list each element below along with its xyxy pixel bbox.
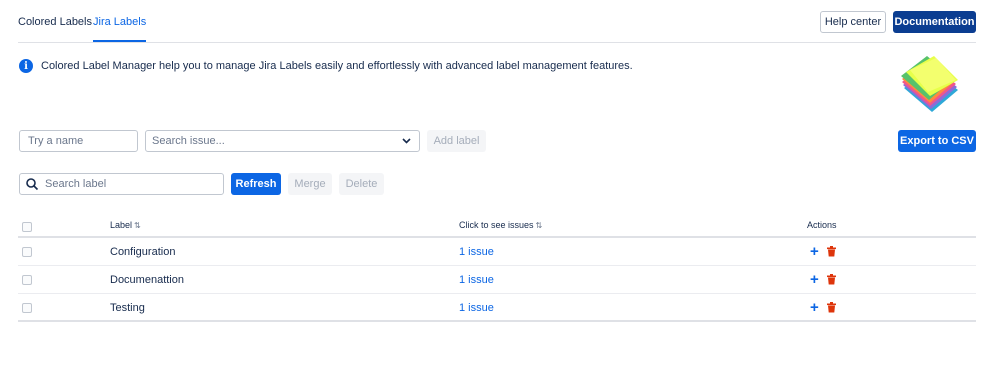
row-checkbox[interactable] <box>22 303 32 313</box>
label-name: Configuration <box>110 246 176 258</box>
search-label-input[interactable] <box>43 177 223 191</box>
export-csv-button[interactable]: Export to CSV <box>898 130 976 152</box>
delete-button[interactable]: Delete <box>339 173 384 195</box>
labels-table: Label ⇅ Click to see issues ⇅ Actions Conf… <box>18 214 976 322</box>
issue-select[interactable]: Search issue... <box>145 130 420 152</box>
table-header: Label ⇅ Click to see issues ⇅ Actions <box>18 214 976 238</box>
chevron-down-icon <box>402 138 411 144</box>
help-center-button[interactable]: Help center <box>820 11 886 33</box>
tab-colored-labels[interactable]: Colored Labels <box>18 16 92 28</box>
column-header-issues[interactable]: Click to see issues ⇅ <box>459 220 542 230</box>
sort-icon: ⇅ <box>535 221 543 230</box>
add-icon[interactable]: + <box>810 300 819 315</box>
table-row: Testing 1 issue + <box>18 294 976 322</box>
column-header-actions: Actions <box>807 220 837 230</box>
tab-jira-labels[interactable]: Jira Labels <box>93 16 147 42</box>
row-checkbox[interactable] <box>22 275 32 285</box>
label-name-field[interactable] <box>19 130 138 152</box>
search-label-field[interactable] <box>19 173 224 195</box>
select-all-checkbox[interactable] <box>22 222 32 232</box>
table-row: Configuration 1 issue + <box>18 238 976 266</box>
table-row: Documenattion 1 issue + <box>18 266 976 294</box>
merge-button[interactable]: Merge <box>288 173 332 195</box>
colored-notes-logo <box>901 56 958 112</box>
info-icon: i <box>19 59 33 73</box>
search-icon <box>26 178 39 191</box>
issues-link[interactable]: 1 issue <box>459 302 494 314</box>
info-text: Colored Label Manager help you to manage… <box>41 60 633 72</box>
sort-icon: ⇅ <box>134 221 141 230</box>
issues-link[interactable]: 1 issue <box>459 274 494 286</box>
add-label-button[interactable]: Add label <box>427 130 486 152</box>
issues-link[interactable]: 1 issue <box>459 246 494 258</box>
add-icon[interactable]: + <box>810 244 819 259</box>
documentation-button[interactable]: Documentation <box>893 11 976 33</box>
trash-icon[interactable] <box>826 246 837 257</box>
refresh-button[interactable]: Refresh <box>231 173 281 195</box>
row-checkbox[interactable] <box>22 247 32 257</box>
add-icon[interactable]: + <box>810 272 819 287</box>
info-banner: i Colored Label Manager help you to mana… <box>19 59 633 73</box>
label-name: Documenattion <box>110 274 184 286</box>
trash-icon[interactable] <box>826 302 837 313</box>
label-name-input[interactable] <box>26 134 137 148</box>
trash-icon[interactable] <box>826 274 837 285</box>
label-name: Testing <box>110 302 145 314</box>
issue-select-placeholder: Search issue... <box>152 135 225 147</box>
column-header-label[interactable]: Label ⇅ <box>110 220 141 230</box>
